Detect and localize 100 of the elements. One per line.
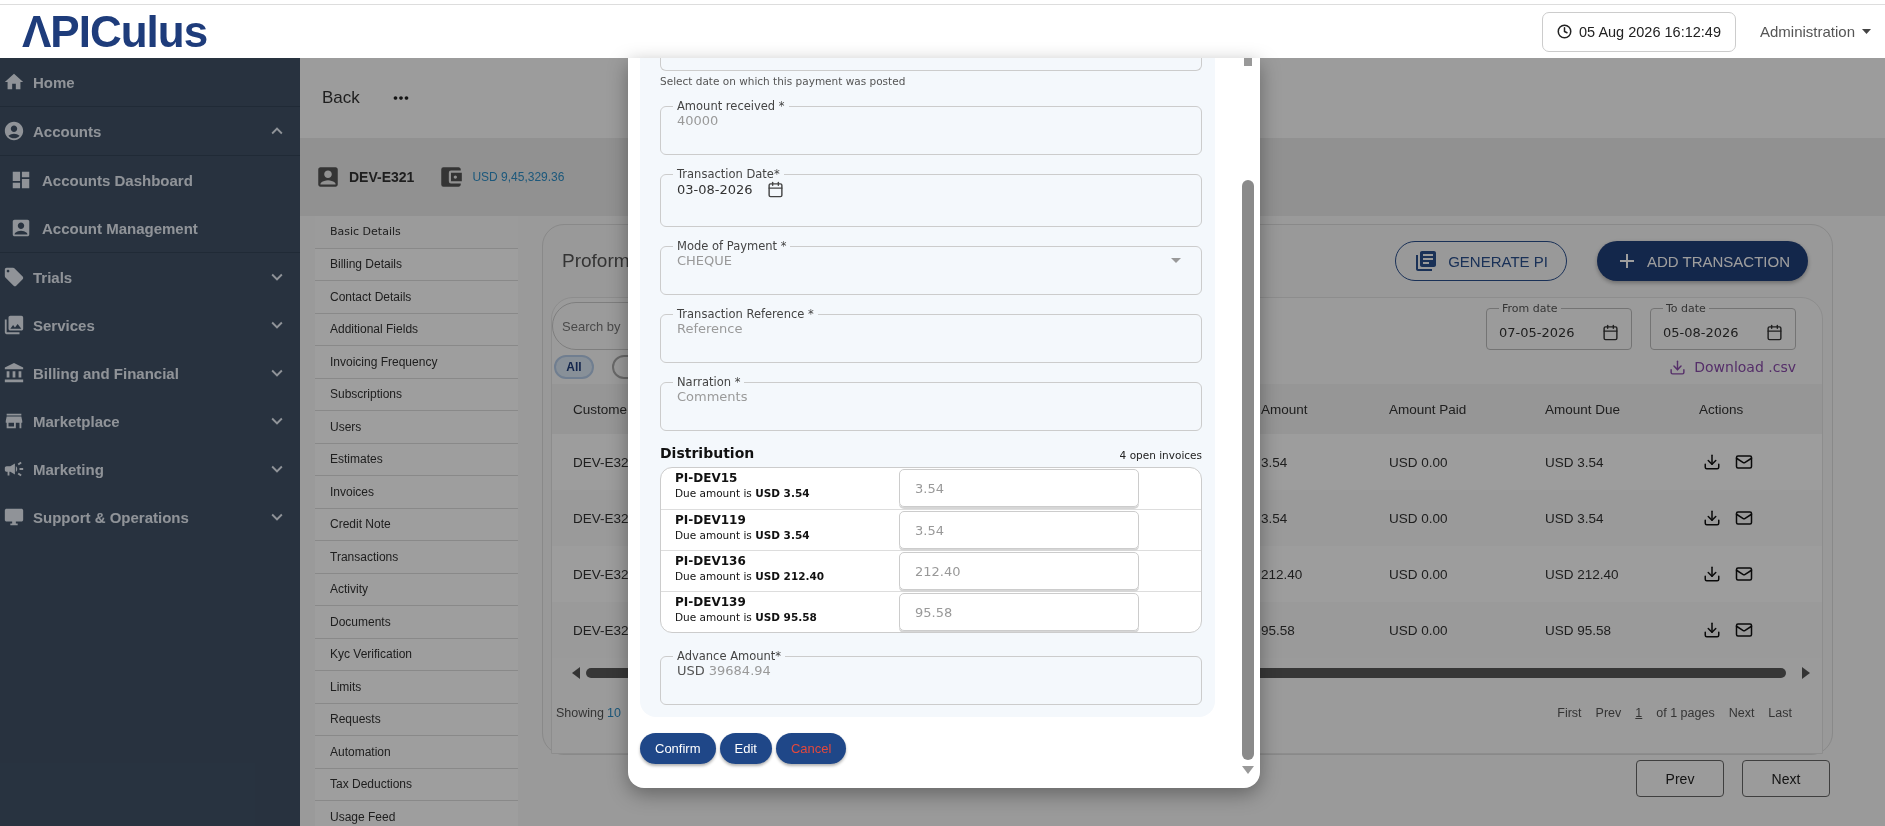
table-cell-text: USD 0.00 <box>1389 454 1449 470</box>
table-cell-text: USD 3.54 <box>1545 454 1605 470</box>
due-amount-text: Due amount is USD 212.40 <box>675 570 826 582</box>
add-transaction-button[interactable]: ADD TRANSACTION <box>1596 241 1808 281</box>
clock-icon <box>1557 24 1573 39</box>
logo: ΛPICulus <box>22 9 208 54</box>
field-value: 212.40 <box>915 563 961 579</box>
sidebar-item[interactable]: Billing and Financial <box>0 349 300 397</box>
download-icon[interactable] <box>1703 453 1721 471</box>
prev-page-link[interactable]: Prev <box>1595 706 1622 720</box>
sidebar-item[interactable]: Marketing <box>0 445 300 493</box>
input-field[interactable]: Narration * Comments <box>660 375 1202 431</box>
person-card-icon <box>10 217 32 239</box>
calendar-icon[interactable] <box>1602 323 1619 341</box>
page-number-link[interactable]: 1 <box>1635 706 1643 720</box>
section-tab[interactable]: Subscriptions <box>315 378 518 411</box>
last-page-link[interactable]: Last <box>1768 706 1792 720</box>
tag-icon <box>3 266 25 288</box>
user-menu[interactable]: Administration <box>1759 23 1871 40</box>
invoice-id: PI-DEV119 <box>675 513 747 527</box>
from-date-field[interactable]: From date 07-05-2026 <box>1486 302 1632 350</box>
field-label: Mode of Payment * <box>676 239 788 253</box>
input-field[interactable]: Transaction Reference * Reference <box>660 307 1202 363</box>
section-tab[interactable]: Contact Details <box>315 281 518 314</box>
sidebar-item[interactable]: Support & Operations <box>0 493 300 541</box>
section-tab[interactable]: Users <box>315 411 518 444</box>
section-tab[interactable]: Transactions <box>315 541 518 574</box>
bank-icon <box>3 362 25 384</box>
mail-icon[interactable] <box>1735 565 1753 583</box>
invoice-id: PI-DEV136 <box>675 554 747 568</box>
table-cell-text: 212.40 <box>1261 566 1304 582</box>
section-tab[interactable]: Requests <box>315 703 518 736</box>
column-header: Amount Due <box>1545 401 1622 417</box>
sidebar-subitem[interactable]: Accounts Dashboard <box>0 156 300 204</box>
table-cell-text: USD 0.00 <box>1389 622 1449 638</box>
download-icon <box>1669 358 1687 376</box>
field-value: 3.54 <box>915 480 944 496</box>
section-tab[interactable]: Additional Fields <box>315 313 518 346</box>
table-cell-text: 3.54 <box>1261 510 1289 526</box>
section-heading: Distribution <box>660 445 755 461</box>
sidebar-item[interactable]: Trials <box>0 253 300 301</box>
section-tab[interactable]: Invoicing Frequency <box>315 346 518 379</box>
panel-title: Proform <box>562 250 630 272</box>
sidebar-item[interactable]: Home <box>0 58 300 106</box>
table-cell-text: USD 0.00 <box>1389 510 1449 526</box>
dashboard-icon <box>10 169 32 191</box>
customer-id: DEV-E321 <box>349 169 415 185</box>
section-tab[interactable]: Automation <box>315 736 518 769</box>
table-cell-text: DEV-E32 <box>573 454 630 470</box>
section-tab[interactable]: Credit Note <box>315 508 518 541</box>
first-page-link[interactable]: First <box>1557 706 1582 720</box>
section-tab[interactable]: Invoices <box>315 476 518 509</box>
dialog-button[interactable]: Confirm <box>640 733 716 764</box>
prev-button[interactable]: Prev <box>1636 760 1724 797</box>
mail-icon[interactable] <box>1735 453 1753 471</box>
section-tab[interactable]: Tax Deductions <box>315 768 518 801</box>
table-cell-text: DEV-E32 <box>573 566 630 582</box>
section-tab[interactable]: Documents <box>315 606 518 639</box>
download-icon[interactable] <box>1703 565 1721 583</box>
page-count: of 1 pages <box>1656 706 1715 720</box>
wallet-icon <box>438 164 465 190</box>
table-cell-text: USD 95.58 <box>1545 622 1613 638</box>
sidebar-item[interactable]: Services <box>0 301 300 349</box>
calendar-icon[interactable] <box>766 181 784 198</box>
mail-icon[interactable] <box>1735 509 1753 527</box>
field-value: CHEQUE <box>677 253 733 268</box>
mail-icon[interactable] <box>1735 621 1753 639</box>
section-tab[interactable]: Activity <box>315 573 518 606</box>
section-tab[interactable]: Estimates <box>315 443 518 476</box>
showing-label: Showing <box>556 706 604 720</box>
next-button[interactable]: Next <box>1742 760 1830 797</box>
column-header: Amount <box>1261 401 1309 417</box>
date-field[interactable] <box>660 58 1202 71</box>
download-csv-link[interactable]: Download .csv <box>1669 358 1796 376</box>
sidebar-item[interactable]: Accounts <box>0 107 300 155</box>
placeholder-text: Comments <box>677 389 748 404</box>
filter-chip[interactable]: All <box>554 355 594 379</box>
table-cell-text: 95.58 <box>1261 622 1296 638</box>
download-icon[interactable] <box>1703 621 1721 639</box>
calendar-icon[interactable] <box>1766 323 1783 341</box>
section-tab[interactable]: Basic Details <box>315 216 518 249</box>
date-field[interactable]: Transaction Date* 03-08-2026 <box>660 167 1202 227</box>
table-cell-text: DEV-E32 <box>573 622 630 638</box>
next-page-link[interactable]: Next <box>1728 706 1755 720</box>
dialog-button[interactable]: Edit <box>719 733 772 764</box>
download-icon[interactable] <box>1703 509 1721 527</box>
back-link[interactable]: Back <box>322 88 360 108</box>
caret-icon <box>1862 29 1871 34</box>
to-date-field[interactable]: To date 05-08-2026 <box>1650 302 1796 350</box>
section-tab[interactable]: Billing Details <box>315 248 518 281</box>
table-cell-text: USD 3.54 <box>1545 510 1605 526</box>
section-tab[interactable]: Kyc Verification <box>315 638 518 671</box>
field-label: Transaction Date* <box>676 167 781 181</box>
sidebar-item[interactable]: Marketplace <box>0 397 300 445</box>
datetime-text: 05 Aug 2026 16:12:49 <box>1579 23 1721 40</box>
sidebar-subitem[interactable]: Account Management <box>0 204 300 252</box>
currency-prefix: USD <box>677 663 705 678</box>
invoice-id: PI-DEV15 <box>675 471 739 485</box>
section-tab[interactable]: Limits <box>315 671 518 704</box>
stacked-pages-icon <box>3 314 25 336</box>
